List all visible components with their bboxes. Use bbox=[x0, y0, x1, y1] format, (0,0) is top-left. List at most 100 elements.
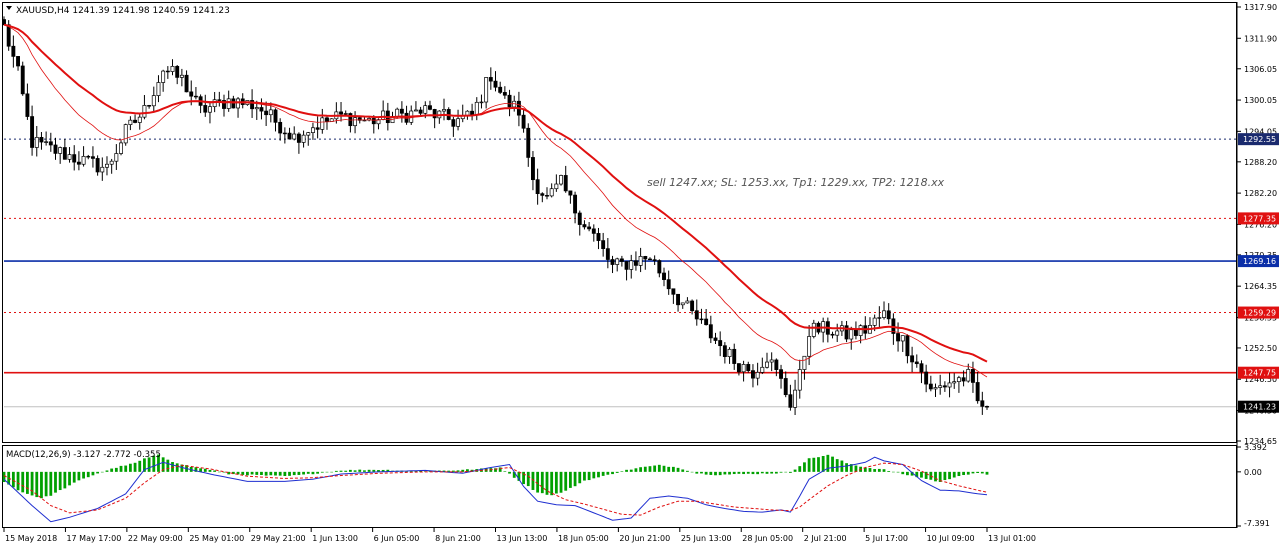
macd-bar bbox=[798, 466, 802, 472]
candle-body bbox=[591, 228, 596, 234]
candle-body bbox=[502, 92, 507, 96]
candle-body bbox=[151, 95, 156, 107]
candle-body bbox=[339, 111, 343, 115]
candle-body bbox=[20, 65, 25, 95]
macd-bar bbox=[16, 471, 20, 491]
candle-body bbox=[966, 369, 971, 382]
candle-body bbox=[254, 107, 259, 110]
candle-body bbox=[835, 330, 840, 336]
candle-body bbox=[423, 105, 428, 114]
candle-body bbox=[975, 382, 980, 402]
candle-body bbox=[100, 166, 105, 173]
macd-bar bbox=[77, 471, 81, 481]
macd-bar bbox=[779, 471, 783, 473]
macd-bar bbox=[611, 471, 614, 475]
candle-body bbox=[161, 70, 166, 83]
candle-body bbox=[474, 101, 479, 116]
macd-bar bbox=[962, 471, 965, 476]
macd-bar bbox=[203, 468, 207, 472]
candle-body bbox=[746, 364, 751, 371]
macd-bar bbox=[241, 471, 245, 475]
macd-bar bbox=[934, 471, 937, 482]
macd-bar bbox=[124, 465, 128, 472]
candle-body bbox=[11, 45, 16, 57]
macd-bar bbox=[756, 471, 760, 475]
macd-bar bbox=[320, 471, 324, 473]
candle-body bbox=[165, 70, 170, 73]
trading-chart[interactable]: 1317.90 1311.90 1306.05 1300.05 1294.05 1288.… bbox=[0, 0, 1280, 548]
macd-bar bbox=[709, 471, 713, 475]
candle-body bbox=[601, 240, 606, 249]
price-tick-label: 1317.90 bbox=[1244, 3, 1277, 12]
candle-body bbox=[76, 161, 81, 165]
macd-bar bbox=[63, 471, 67, 489]
macd-bar bbox=[812, 457, 816, 472]
macd-bar bbox=[803, 462, 806, 472]
macd-bar bbox=[746, 471, 750, 474]
candle-body bbox=[507, 94, 512, 108]
candle-body bbox=[521, 114, 526, 129]
candle-body bbox=[765, 361, 769, 368]
macd-bar bbox=[891, 471, 895, 473]
candle-body bbox=[156, 82, 161, 96]
macd-bar bbox=[671, 466, 675, 472]
macd-bar bbox=[920, 471, 923, 478]
macd-bar bbox=[700, 471, 703, 474]
candle-body bbox=[914, 361, 919, 365]
candle-body bbox=[657, 260, 662, 274]
time-tick-label: 1 Jun 13:00 bbox=[312, 534, 358, 543]
macd-bar bbox=[246, 471, 249, 476]
macd-bar bbox=[980, 471, 984, 474]
candle-body bbox=[451, 119, 456, 127]
time-tick-label: 13 Jul 01:00 bbox=[988, 534, 1036, 543]
current-price-tag-label: 1241.23 bbox=[1243, 403, 1276, 412]
macd-bar bbox=[344, 470, 348, 472]
level-price-tag-label: 1269.16 bbox=[1243, 257, 1276, 266]
candle-body bbox=[760, 366, 765, 373]
macd-bar bbox=[105, 470, 109, 472]
candle-body bbox=[722, 345, 727, 357]
price-tick-label: 1252.50 bbox=[1244, 344, 1277, 353]
macd-bar bbox=[648, 466, 652, 472]
time-tick-label: 29 May 21:00 bbox=[251, 534, 306, 543]
macd-bar bbox=[676, 467, 680, 472]
candle-body bbox=[877, 317, 882, 319]
candle-body bbox=[315, 127, 320, 130]
time-tick-label: 20 Jun 21:00 bbox=[619, 534, 670, 543]
macd-bar bbox=[334, 470, 338, 472]
time-tick-label: 6 Jun 05:00 bbox=[374, 534, 420, 543]
macd-bar bbox=[657, 464, 661, 472]
macd-bar bbox=[274, 471, 277, 476]
candle-body bbox=[217, 99, 222, 101]
candle-body bbox=[624, 261, 629, 270]
macd-bar bbox=[760, 471, 764, 474]
macd-bar bbox=[26, 471, 29, 494]
macd-bar bbox=[311, 471, 315, 475]
candle-body bbox=[858, 325, 863, 336]
candle-body bbox=[123, 124, 128, 144]
macd-bar bbox=[564, 471, 568, 491]
candle-body bbox=[320, 117, 325, 130]
candle-body bbox=[399, 108, 404, 114]
macd-bar bbox=[128, 463, 132, 472]
candle-body bbox=[797, 369, 802, 391]
candle-body bbox=[549, 188, 554, 197]
macd-bar bbox=[971, 471, 975, 474]
candle-body bbox=[573, 194, 578, 214]
candle-body bbox=[58, 147, 63, 154]
symbol-header[interactable]: XAUUSD,H4 1241.39 1241.98 1240.59 1241.2… bbox=[6, 6, 230, 16]
macd-label: MACD(12,26,9) -3.127 -2.772 -0.355 bbox=[6, 450, 161, 460]
macd-bar bbox=[100, 471, 104, 473]
macd-bar bbox=[269, 471, 273, 476]
candle-body bbox=[802, 355, 807, 370]
time-tick-label: 5 Jul 17:00 bbox=[865, 534, 908, 543]
macd-bar bbox=[119, 465, 123, 472]
macd-bar bbox=[681, 469, 685, 472]
macd-bar bbox=[508, 471, 511, 474]
candle-body bbox=[413, 109, 418, 112]
macd-bar bbox=[896, 471, 900, 473]
chart-canvas[interactable]: 1317.901311.901306.051300.051294.051288.… bbox=[0, 0, 1280, 548]
candle-body bbox=[587, 226, 592, 230]
macd-bar bbox=[695, 471, 699, 474]
candle-body bbox=[189, 91, 194, 97]
